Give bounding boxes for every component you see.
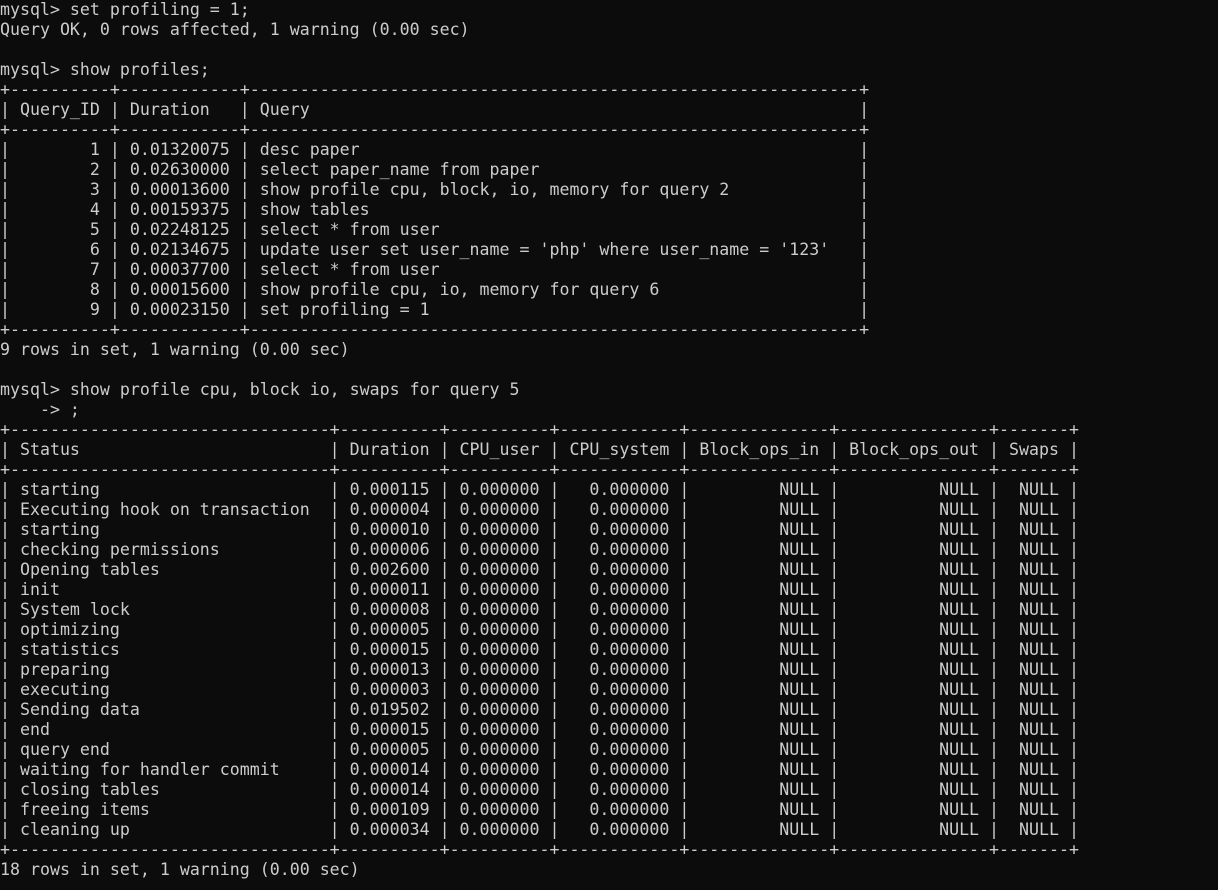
terminal-line: | 7 | 0.00037700 | select * from user | bbox=[0, 260, 870, 279]
terminal-line: | closing tables | 0.000014 | 0.000000 |… bbox=[0, 780, 1079, 799]
terminal-line: | waiting for handler commit | 0.000014 … bbox=[0, 760, 1079, 779]
terminal-line: | 1 | 0.01320075 | desc paper | bbox=[0, 140, 870, 159]
terminal-line: | checking permissions | 0.000006 | 0.00… bbox=[0, 540, 1079, 559]
terminal-line: | init | 0.000011 | 0.000000 | 0.000000 … bbox=[0, 580, 1079, 599]
terminal-line: 9 rows in set, 1 warning (0.00 sec) bbox=[0, 340, 350, 359]
terminal-line: | Executing hook on transaction | 0.0000… bbox=[0, 500, 1079, 519]
terminal-line: | starting | 0.000010 | 0.000000 | 0.000… bbox=[0, 520, 1079, 539]
terminal-line: | Opening tables | 0.002600 | 0.000000 |… bbox=[0, 560, 1079, 579]
terminal-line: Query OK, 0 rows affected, 1 warning (0.… bbox=[0, 20, 470, 39]
terminal-line: | 4 | 0.00159375 | show tables | bbox=[0, 200, 870, 219]
terminal-line: -> ; bbox=[0, 400, 80, 419]
terminal-line: | Status | Duration | CPU_user | CPU_sys… bbox=[0, 440, 1079, 459]
terminal-line: 18 rows in set, 1 warning (0.00 sec) bbox=[0, 860, 360, 879]
terminal-line: | System lock | 0.000008 | 0.000000 | 0.… bbox=[0, 600, 1079, 619]
terminal-line: mysql> set profiling = 1; bbox=[0, 0, 250, 19]
terminal-line: | 5 | 0.02248125 | select * from user | bbox=[0, 220, 870, 239]
terminal-line: +--------------------------------+------… bbox=[0, 460, 1079, 479]
terminal-line: | end | 0.000015 | 0.000000 | 0.000000 |… bbox=[0, 720, 1079, 739]
terminal-line: | cleaning up | 0.000034 | 0.000000 | 0.… bbox=[0, 820, 1079, 839]
terminal-line: | preparing | 0.000013 | 0.000000 | 0.00… bbox=[0, 660, 1079, 679]
terminal-line: +--------------------------------+------… bbox=[0, 420, 1079, 439]
terminal-line: | query end | 0.000005 | 0.000000 | 0.00… bbox=[0, 740, 1079, 759]
terminal-line: | statistics | 0.000015 | 0.000000 | 0.0… bbox=[0, 640, 1079, 659]
terminal-line: | freeing items | 0.000109 | 0.000000 | … bbox=[0, 800, 1079, 819]
terminal-line: +----------+------------+---------------… bbox=[0, 320, 870, 339]
terminal-line: | 2 | 0.02630000 | select paper_name fro… bbox=[0, 160, 870, 179]
terminal-line: +--------------------------------+------… bbox=[0, 840, 1079, 859]
terminal-line: | starting | 0.000115 | 0.000000 | 0.000… bbox=[0, 480, 1079, 499]
terminal-line: | optimizing | 0.000005 | 0.000000 | 0.0… bbox=[0, 620, 1079, 639]
terminal-line: | executing | 0.000003 | 0.000000 | 0.00… bbox=[0, 680, 1079, 699]
terminal-line: | Query_ID | Duration | Query | bbox=[0, 100, 870, 119]
terminal-line: mysql> show profile cpu, block io, swaps… bbox=[0, 380, 520, 399]
terminal-line: | Sending data | 0.019502 | 0.000000 | 0… bbox=[0, 700, 1079, 719]
terminal-line: +----------+------------+---------------… bbox=[0, 80, 870, 99]
terminal-line: mysql> show profiles; bbox=[0, 60, 210, 79]
terminal-window[interactable]: mysql> set profiling = 1; Query OK, 0 ro… bbox=[0, 0, 1218, 890]
terminal-line: | 3 | 0.00013600 | show profile cpu, blo… bbox=[0, 180, 870, 199]
terminal-line: +----------+------------+---------------… bbox=[0, 120, 870, 139]
terminal-line: | 9 | 0.00023150 | set profiling = 1 | bbox=[0, 300, 870, 319]
terminal-line: | 6 | 0.02134675 | update user set user_… bbox=[0, 240, 870, 259]
terminal-line: | 8 | 0.00015600 | show profile cpu, io,… bbox=[0, 280, 870, 299]
